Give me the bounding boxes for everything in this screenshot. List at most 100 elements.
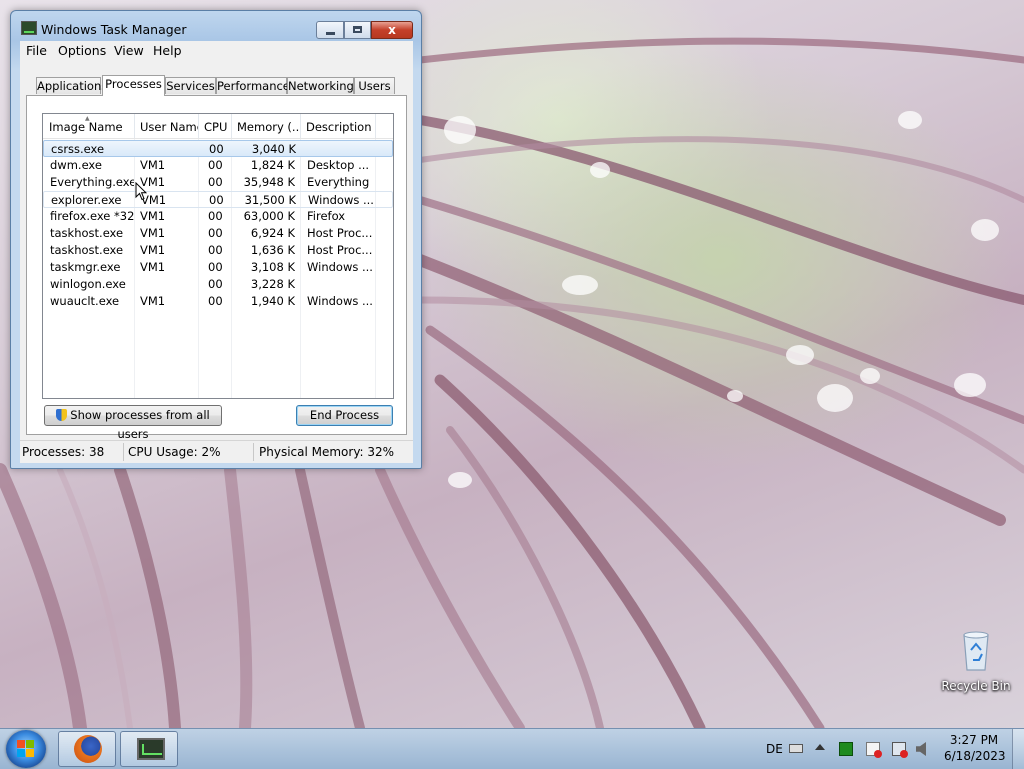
table-row[interactable]: winlogon.exe 00 3,228 K [43,276,393,293]
clock-time: 3:27 PM [949,733,999,747]
system-clock[interactable]: 3:27 PM 6/18/2023 [944,732,1006,764]
cell-description: Windows ... [307,260,373,274]
cell-user-name: VM1 [140,243,166,257]
menu-bar: File Options View Help [20,41,413,60]
table-row[interactable]: dwm.exe VM1 00 1,824 K Desktop ... [43,157,393,174]
table-row[interactable]: Everything.exe VM1 00 35,948 K Everything [43,174,393,191]
cell-user-name: VM1 [140,260,166,274]
task-manager-icon [21,21,37,35]
task-manager-icon [137,738,165,760]
recycle-bin-icon [963,631,989,671]
cell-image-name: csrss.exe [51,142,105,156]
cell-user-name: VM1 [140,294,166,308]
network-icon[interactable] [892,742,908,758]
cell-cpu: 00 [208,243,223,257]
column-user-name[interactable]: User Name [134,114,199,138]
cell-image-name: Everything.exe [50,175,134,189]
status-processes: Processes: 38 [20,443,124,461]
column-description[interactable]: Description [300,114,376,138]
menu-options[interactable]: Options [58,43,106,58]
menu-help[interactable]: Help [153,43,182,58]
table-row[interactable]: taskmgr.exe VM1 00 3,108 K Windows ... [43,259,393,276]
cell-description: Windows ... [307,294,373,308]
table-row[interactable]: taskhost.exe VM1 00 6,924 K Host Proc... [43,225,393,242]
cell-image-name: winlogon.exe [50,277,126,291]
column-image-name[interactable]: Image Name [43,114,135,138]
table-row[interactable]: firefox.exe *32 VM1 00 63,000 K Firefox [43,208,393,225]
cell-memory: 3,108 K [250,260,295,274]
show-hidden-icons-icon[interactable] [815,744,825,750]
list-header: ▲ Image Name User Name CPU Memory (... D… [43,114,393,139]
tab-networking[interactable]: Networking [287,77,354,94]
show-all-processes-button[interactable]: Show processes from all users [44,405,222,441]
network-error-badge-icon [900,750,908,758]
cell-image-name: taskhost.exe [50,226,124,240]
taskbar-task-manager-button[interactable] [120,731,178,767]
minimize-button[interactable] [316,21,344,39]
cell-image-name: firefox.exe *32 [50,209,134,223]
tab-performance[interactable]: Performance [216,77,290,94]
taskbar-firefox-button[interactable] [58,731,116,767]
clock-date: 6/18/2023 [944,749,1006,763]
show-desktop-button[interactable] [1012,729,1024,769]
end-process-button[interactable]: End Process [296,405,393,426]
windows-logo-icon [17,740,35,758]
cell-image-name: explorer.exe [51,193,122,207]
cell-cpu: 00 [208,260,223,274]
cell-memory: 1,824 K [250,158,295,172]
error-badge-icon [874,750,882,758]
table-row[interactable]: csrss.exe 00 3,040 K [43,140,393,157]
taskbar: DE 3:27 PM 6/18/2023 [0,728,1024,769]
tab-services[interactable]: Services [165,77,216,94]
maximize-button[interactable] [344,21,371,39]
tab-applications[interactable]: Applications [36,77,107,94]
mouse-cursor-icon [135,182,147,201]
cell-cpu: 00 [208,277,223,291]
recycle-bin[interactable]: Recycle Bin [940,630,1012,702]
cell-image-name: dwm.exe [50,158,102,172]
window-title: Windows Task Manager [41,22,187,37]
show-all-processes-label: Show processes from all users [70,408,210,441]
menu-file[interactable]: File [26,43,47,58]
cell-user-name: VM1 [140,209,166,223]
cell-cpu: 00 [209,193,224,207]
cell-memory: 1,636 K [250,243,295,257]
column-cpu[interactable]: CPU [198,114,232,138]
cell-user-name: VM1 [140,175,166,189]
title-bar[interactable]: Windows Task Manager x [11,11,421,41]
action-center-icon[interactable] [866,742,882,758]
cell-memory: 35,948 K [243,175,295,189]
cell-description [307,276,377,293]
cell-description: Windows ... [308,193,374,207]
column-memory[interactable]: Memory (... [231,114,301,138]
cell-cpu: 00 [208,175,223,189]
language-indicator[interactable]: DE [766,729,783,769]
table-row[interactable]: explorer.exe VM1 00 31,500 K Windows ... [43,191,393,208]
green-tray-icon[interactable] [839,742,853,756]
cell-cpu: 00 [208,226,223,240]
cell-memory: 6,924 K [250,226,295,240]
uac-shield-icon [56,409,68,421]
cell-cpu: 00 [208,294,223,308]
start-button[interactable] [6,730,46,768]
table-row[interactable]: taskhost.exe VM1 00 1,636 K Host Proc... [43,242,393,259]
cell-user-name: VM1 [140,226,166,240]
close-button[interactable]: x [371,21,413,39]
keyboard-icon[interactable] [789,744,803,753]
process-list[interactable]: ▲ Image Name User Name CPU Memory (... D… [42,113,394,399]
close-icon: x [388,23,396,37]
cell-description [308,141,378,158]
tab-processes[interactable]: Processes [102,75,165,96]
cell-memory: 1,940 K [250,294,295,308]
cell-user-name [141,141,196,158]
processes-panel: ▲ Image Name User Name CPU Memory (... D… [26,95,407,441]
tab-users[interactable]: Users [354,77,395,94]
menu-view[interactable]: View [114,43,144,58]
volume-muted-icon[interactable] [916,742,926,756]
cell-user-name: VM1 [141,193,167,207]
cell-memory: 3,040 K [251,142,296,156]
cell-cpu: 00 [208,209,223,223]
cell-cpu: 00 [209,142,224,156]
table-row[interactable]: wuauclt.exe VM1 00 1,940 K Windows ... [43,293,393,310]
cell-description: Firefox [307,209,346,223]
